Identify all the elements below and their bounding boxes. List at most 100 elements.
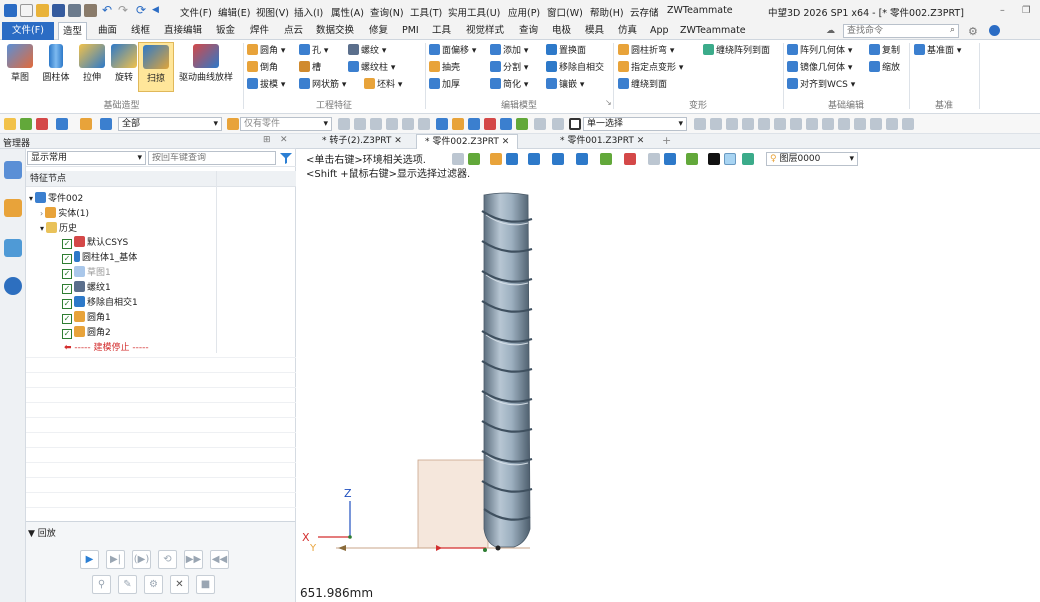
rewind-button[interactable]: ◀◀ bbox=[210, 550, 229, 569]
select-icon[interactable] bbox=[4, 118, 16, 130]
cursor-icon[interactable] bbox=[694, 118, 706, 130]
datum-plane-button[interactable]: 基准面 ▾ bbox=[914, 44, 961, 59]
new-tab-icon[interactable]: + bbox=[662, 134, 671, 147]
fast-forward-button[interactable]: ▶▶ bbox=[184, 550, 203, 569]
snap-perpendicular-icon[interactable] bbox=[774, 118, 786, 130]
entity-filter-icon[interactable] bbox=[56, 118, 68, 130]
stop-icon[interactable] bbox=[569, 118, 581, 130]
snap-arc-icon[interactable] bbox=[806, 118, 818, 130]
replace-face-button[interactable]: 置换面 bbox=[546, 44, 586, 59]
hole-button[interactable]: 孔 ▾ bbox=[299, 44, 328, 59]
menu-attribute[interactable]: 属性(A) bbox=[331, 5, 364, 19]
rollback-marker[interactable]: ⬅ ----- 建模停止 ----- bbox=[26, 341, 296, 356]
snap-curve-icon[interactable] bbox=[838, 118, 850, 130]
play-forward-button[interactable]: (▶) bbox=[132, 550, 151, 569]
visibility-checkbox[interactable]: ✓ bbox=[62, 314, 72, 324]
tab-weldment[interactable]: 焊件 bbox=[246, 22, 273, 40]
tab-zwteammate[interactable]: ZWTeammate bbox=[676, 22, 750, 40]
snap-tangent-icon[interactable] bbox=[758, 118, 770, 130]
help-icon[interactable] bbox=[989, 25, 1000, 36]
new-file-icon[interactable] bbox=[20, 4, 33, 17]
pick-point-icon[interactable] bbox=[516, 118, 528, 130]
tree-item[interactable]: ✓ 螺纹1 bbox=[26, 281, 296, 296]
save-icon[interactable] bbox=[52, 4, 65, 17]
copy-button[interactable]: 复制 bbox=[869, 44, 900, 59]
snap-solid-icon[interactable] bbox=[902, 118, 914, 130]
split-button[interactable]: 分割 ▾ bbox=[490, 61, 528, 76]
tree-search-input[interactable] bbox=[152, 152, 272, 164]
tree-node-root[interactable]: ▾ 零件002 bbox=[26, 191, 296, 206]
tab-tools[interactable]: 工具 bbox=[428, 22, 455, 40]
pattern-geometry-button[interactable]: 阵列几何体 ▾ bbox=[787, 44, 852, 59]
tab-electrode[interactable]: 电极 bbox=[548, 22, 575, 40]
parts-filter-icon[interactable] bbox=[227, 118, 239, 130]
menu-tools[interactable]: 工具(T) bbox=[410, 5, 442, 19]
open-file-icon[interactable] bbox=[36, 4, 49, 17]
menu-view[interactable]: 视图(V) bbox=[256, 5, 289, 19]
settings-icon[interactable]: ⚙ bbox=[968, 25, 978, 38]
user-icon[interactable] bbox=[4, 277, 22, 295]
tree-node-solid[interactable]: › 实体(1) bbox=[26, 206, 296, 221]
sketch-plane[interactable] bbox=[417, 459, 489, 549]
snap-circle-icon[interactable] bbox=[790, 118, 802, 130]
tab-point-cloud[interactable]: 点云 bbox=[280, 22, 307, 40]
display-filter-dropdown[interactable]: 显示常用 ▾ bbox=[27, 151, 146, 165]
collapse-icon[interactable]: ▾ bbox=[40, 224, 44, 233]
align-wcs-button[interactable]: 对齐到WCS ▾ bbox=[787, 78, 855, 93]
tab-sheet-metal[interactable]: 钣金 bbox=[212, 22, 239, 40]
visibility-checkbox[interactable]: ✓ bbox=[62, 299, 72, 309]
panel-layout-icon[interactable]: ⊞ bbox=[263, 135, 271, 145]
snap-icon[interactable] bbox=[386, 118, 398, 130]
snap-midpoint-icon[interactable] bbox=[710, 118, 722, 130]
cloud-icon[interactable]: ☁ bbox=[826, 26, 835, 36]
pick-tool-button[interactable]: ⚲ bbox=[92, 575, 111, 594]
snap-icon[interactable] bbox=[354, 118, 366, 130]
emboss-button[interactable]: 镶嵌 ▾ bbox=[546, 78, 584, 93]
doc-tab-part002[interactable]: * 零件002.Z3PRT ✕ bbox=[416, 134, 519, 149]
tab-visual-style[interactable]: 视觉样式 bbox=[462, 22, 508, 40]
group-expand-icon[interactable]: ↘ bbox=[605, 98, 612, 107]
mirror-geometry-button[interactable]: 镜像几何体 ▾ bbox=[787, 61, 852, 76]
collapse-icon[interactable]: ▼ bbox=[28, 529, 35, 539]
close-icon[interactable]: ✕ bbox=[394, 136, 402, 146]
tree-item[interactable]: ✓ 圆角2 bbox=[26, 326, 296, 341]
sketch-button[interactable]: 草图 bbox=[2, 42, 38, 92]
snap-icon[interactable] bbox=[338, 118, 350, 130]
pick-feature-icon[interactable] bbox=[484, 118, 496, 130]
blank-button[interactable]: 坯料 ▾ bbox=[364, 78, 402, 93]
collapse-icon[interactable]: ▾ bbox=[29, 194, 33, 203]
doc-tab-part001[interactable]: * 零件001.Z3PRT ✕ bbox=[552, 134, 652, 149]
redo-icon[interactable]: ↷ bbox=[118, 4, 131, 17]
playback-header[interactable]: ▼ 回放 bbox=[28, 526, 56, 539]
restore-icon[interactable]: ❐ bbox=[1022, 5, 1031, 16]
sweep-button[interactable]: 扫掠 bbox=[138, 42, 174, 92]
part-filter-icon[interactable] bbox=[100, 118, 112, 130]
snap-icon[interactable] bbox=[402, 118, 414, 130]
drive-curve-loft-button[interactable]: 驱动曲线放样 bbox=[174, 42, 238, 92]
select-mode-dropdown[interactable]: 单一选择 ▾ bbox=[583, 117, 687, 131]
wrap-pattern-button[interactable]: 缠绕阵列到面 bbox=[703, 44, 770, 59]
tree-search[interactable] bbox=[148, 151, 276, 165]
rib-button[interactable]: 网状筋 ▾ bbox=[299, 78, 346, 93]
snap-spline-icon[interactable] bbox=[822, 118, 834, 130]
settings-tool-button[interactable]: ⚙ bbox=[144, 575, 163, 594]
visibility-checkbox[interactable]: ✓ bbox=[62, 239, 72, 249]
remove-pick-icon[interactable] bbox=[36, 118, 48, 130]
visibility-checkbox[interactable]: ✓ bbox=[62, 284, 72, 294]
tab-wireframe[interactable]: 线框 bbox=[127, 22, 154, 40]
menu-utilities[interactable]: 实用工具(U) bbox=[448, 5, 500, 19]
snap-polygon-icon[interactable] bbox=[854, 118, 866, 130]
remove-self-intersect-button[interactable]: 移除自相交 bbox=[546, 61, 604, 76]
cancel-button[interactable]: ✕ bbox=[170, 575, 189, 594]
thread-stud-button[interactable]: 螺纹柱 ▾ bbox=[348, 61, 395, 76]
add-pick-icon[interactable] bbox=[20, 118, 32, 130]
wrap-to-face-button[interactable]: 缠绕到面 bbox=[618, 78, 667, 93]
model-canvas[interactable]: Z X Y bbox=[296, 149, 1040, 602]
slot-button[interactable]: 槽 bbox=[299, 61, 321, 76]
snap-line-icon[interactable] bbox=[870, 118, 882, 130]
draft-button[interactable]: 拔模 ▾ bbox=[247, 78, 285, 93]
stop-button[interactable]: ■ bbox=[196, 575, 215, 594]
play-loop-button[interactable]: ⟲ bbox=[158, 550, 177, 569]
minimize-icon[interactable]: – bbox=[1000, 5, 1005, 16]
expand-icon[interactable]: › bbox=[40, 209, 43, 218]
